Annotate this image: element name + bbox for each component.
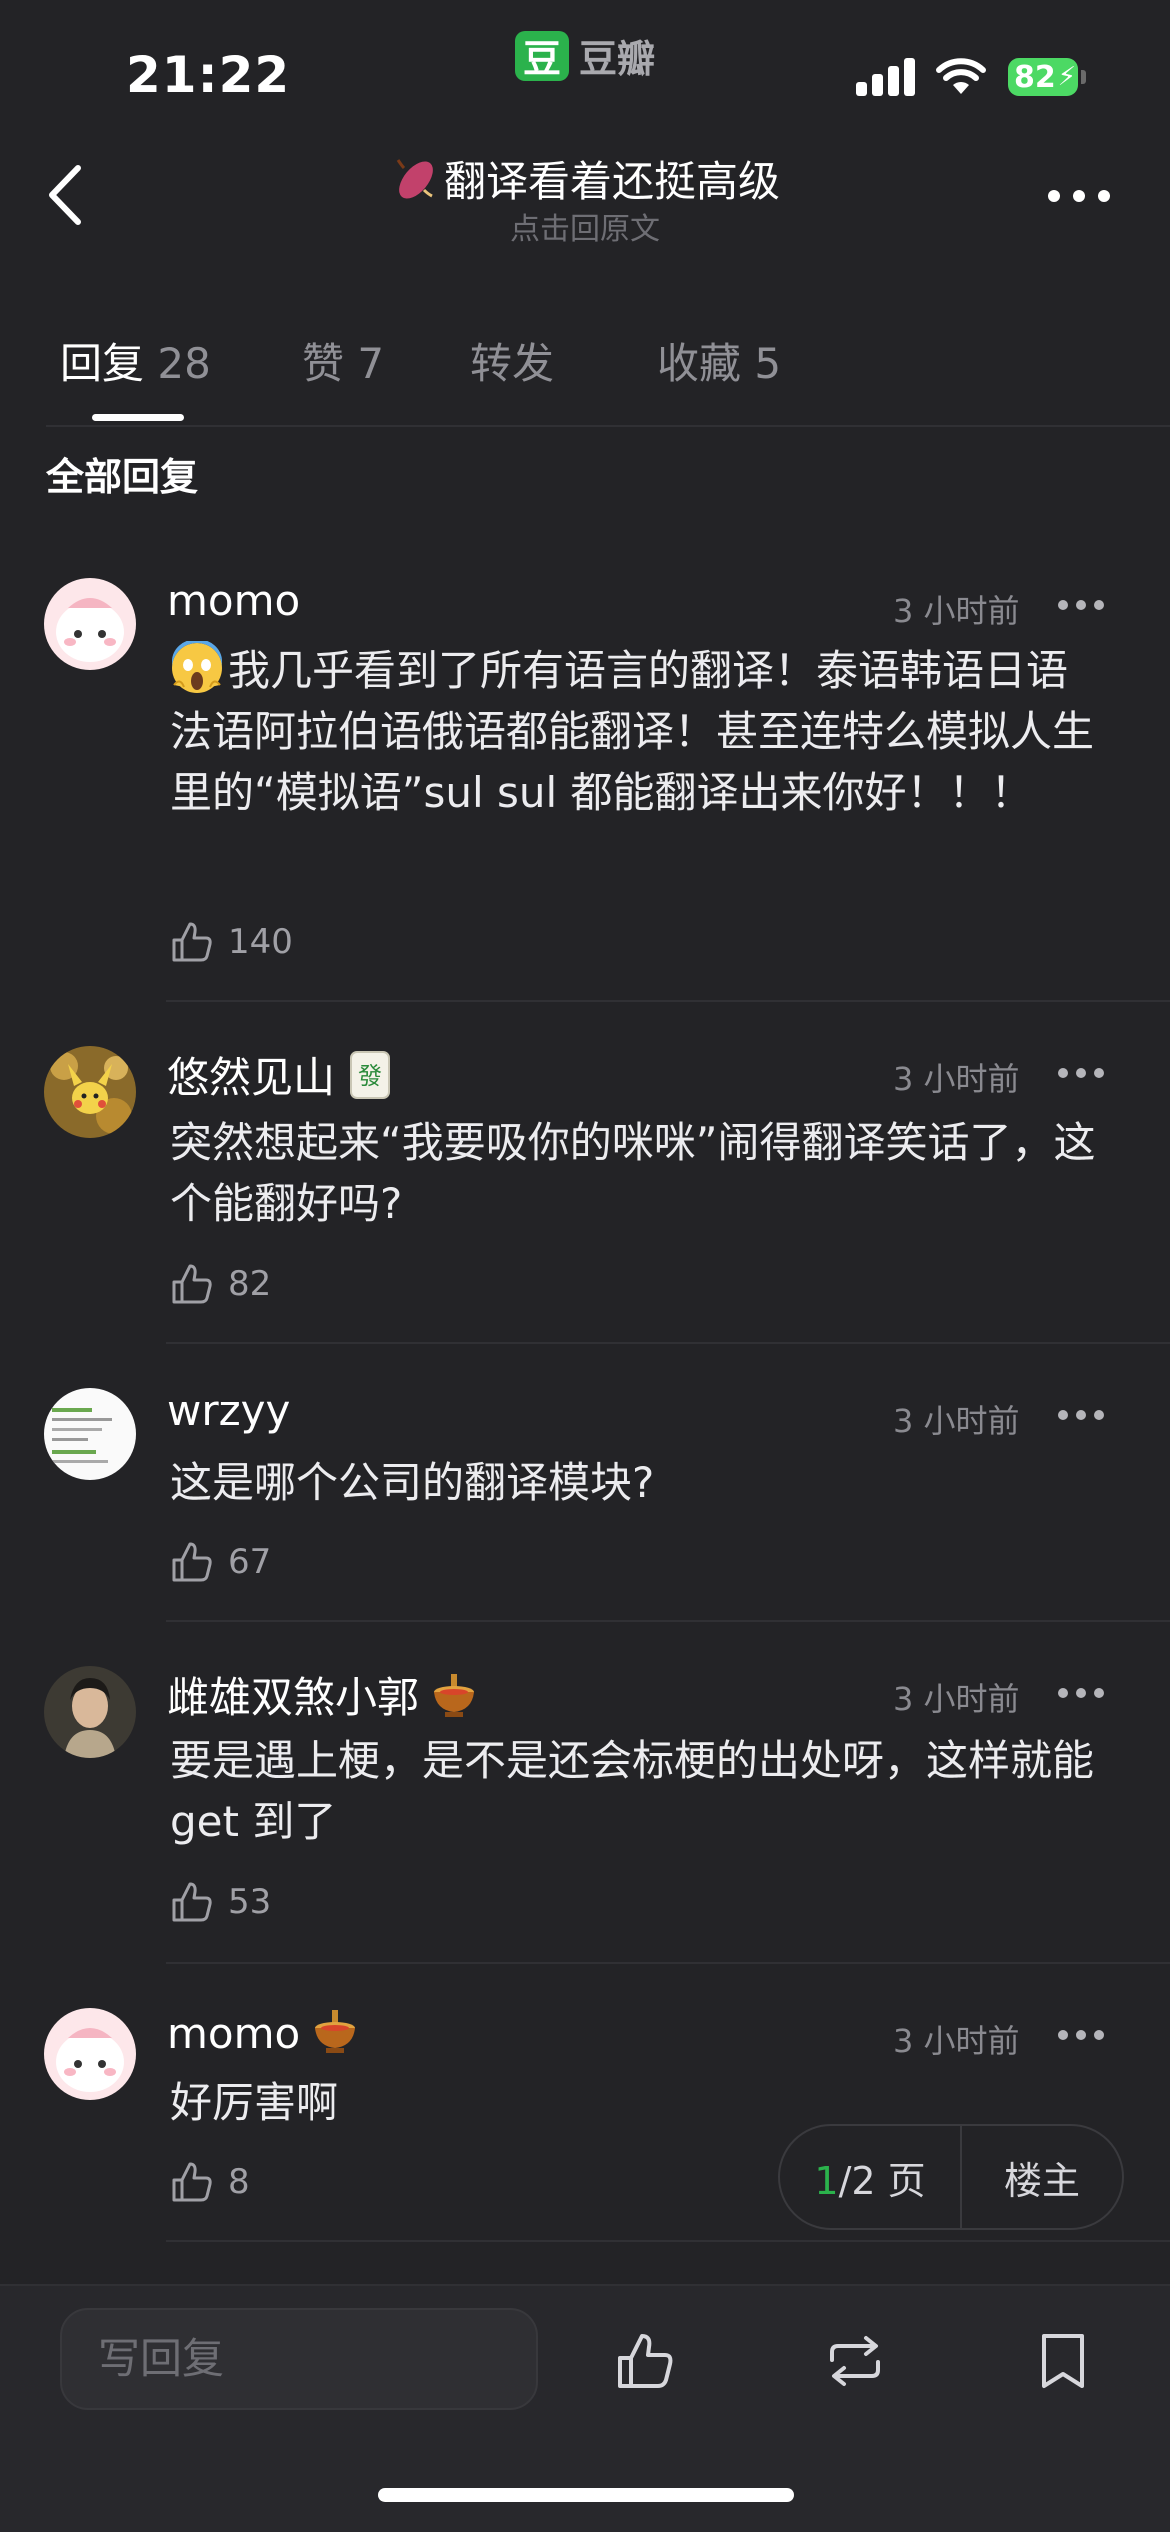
reply-input[interactable]: 写回复 bbox=[60, 2308, 538, 2410]
home-indicator[interactable] bbox=[378, 2488, 794, 2502]
comment-username[interactable]: wrzyy bbox=[167, 1386, 290, 1435]
tab-likes-count: 7 bbox=[357, 339, 385, 388]
comment-time: 3 小时前 bbox=[893, 1060, 1020, 1098]
bookmark-icon[interactable] bbox=[1032, 2330, 1094, 2392]
tab-reposts-label: 转发 bbox=[470, 339, 555, 388]
page-indicator-button[interactable]: 1/2 页 bbox=[780, 2150, 960, 2205]
total-pages: /2 页 bbox=[838, 2158, 926, 2203]
comment-more-icon[interactable] bbox=[1058, 2030, 1104, 2042]
battery-level: 82 bbox=[1014, 59, 1056, 95]
comment-username[interactable]: momo bbox=[167, 2006, 360, 2058]
comment-username-text: momo bbox=[167, 2009, 301, 2058]
screaming-face-icon bbox=[172, 641, 222, 693]
like-count: 8 bbox=[228, 2162, 250, 2202]
battery-tip bbox=[1081, 70, 1086, 84]
thumbs-up-icon bbox=[172, 2162, 212, 2202]
comment-username-text: 雌雄双煞小郭 bbox=[167, 1673, 420, 1722]
comment-more-icon[interactable] bbox=[1058, 600, 1104, 612]
like-button[interactable]: 82 bbox=[170, 1262, 271, 1306]
divider bbox=[166, 1620, 1170, 1622]
owner-only-button[interactable]: 楼主 bbox=[962, 2150, 1122, 2205]
comment-more-icon[interactable] bbox=[1058, 1410, 1104, 1422]
tab-collections-count: 5 bbox=[754, 339, 782, 388]
more-options-icon[interactable] bbox=[1046, 186, 1112, 206]
tab-likes-label: 赞 bbox=[302, 339, 345, 388]
comment-username[interactable]: momo bbox=[167, 576, 300, 625]
tab-replies-count: 28 bbox=[157, 339, 211, 388]
divider bbox=[166, 1962, 1170, 1964]
thumbs-up-icon bbox=[172, 1882, 212, 1922]
tab-likes[interactable]: 赞 7 bbox=[302, 330, 384, 391]
tab-collections-label: 收藏 bbox=[657, 339, 742, 388]
app-name: 豆瓣 bbox=[579, 37, 656, 81]
repost-icon[interactable] bbox=[824, 2330, 886, 2392]
hotpot-icon bbox=[434, 1674, 475, 1717]
section-title: 全部回复 bbox=[46, 455, 199, 499]
tab-replies[interactable]: 回复 28 bbox=[60, 330, 211, 391]
avatar[interactable] bbox=[44, 578, 136, 670]
sweet-potato-icon bbox=[396, 159, 433, 199]
like-button[interactable]: 67 bbox=[170, 1540, 271, 1584]
comment-time: 3 小时前 bbox=[893, 1402, 1020, 1440]
divider bbox=[46, 425, 1170, 427]
comment-time: 3 小时前 bbox=[893, 592, 1020, 630]
avatar[interactable] bbox=[44, 1388, 136, 1480]
avatar[interactable] bbox=[44, 1046, 136, 1138]
comment-username[interactable]: 雌雄双煞小郭 bbox=[167, 1664, 479, 1725]
like-icon[interactable] bbox=[614, 2330, 676, 2392]
cellular-signal-icon bbox=[856, 56, 916, 96]
comment-username-text: 悠然见山 bbox=[167, 1053, 336, 1102]
douban-app-badge: 豆 豆瓣 bbox=[515, 28, 655, 83]
pager: 1/2 页 楼主 bbox=[778, 2124, 1124, 2230]
comment-text: 我几乎看到了所有语言的翻译！泰语韩语日语法语阿拉伯语俄语都能翻译！甚至连特么模拟… bbox=[170, 640, 1100, 823]
like-button[interactable]: 53 bbox=[170, 1880, 271, 1924]
mahjong-tile-icon: 發 bbox=[350, 1051, 391, 1099]
comment-time: 3 小时前 bbox=[893, 1680, 1020, 1718]
tab-replies-label: 回复 bbox=[60, 339, 145, 388]
divider bbox=[166, 1000, 1170, 1002]
thumbs-up-icon bbox=[172, 1264, 212, 1304]
avatar[interactable] bbox=[44, 1666, 136, 1758]
page-title[interactable]: 翻译看着还挺高级 bbox=[0, 148, 1170, 209]
thumbs-up-icon bbox=[172, 922, 212, 962]
douban-logo-icon: 豆 bbox=[515, 30, 569, 81]
wifi-icon bbox=[936, 58, 986, 94]
like-button[interactable]: 8 bbox=[170, 2160, 250, 2204]
like-button[interactable]: 140 bbox=[170, 920, 293, 964]
like-count: 82 bbox=[228, 1264, 272, 1304]
current-page: 1 bbox=[814, 2158, 839, 2203]
tab-reposts[interactable]: 转发 bbox=[470, 330, 554, 391]
comment-time: 3 小时前 bbox=[893, 2022, 1020, 2060]
status-time: 21:22 bbox=[126, 46, 291, 104]
divider bbox=[166, 1342, 1170, 1344]
page-title-text: 翻译看着还挺高级 bbox=[443, 157, 780, 206]
comment-more-icon[interactable] bbox=[1058, 1688, 1104, 1700]
status-bar: 21:22 豆 豆瓣 82 ⚡ bbox=[0, 0, 1170, 140]
comment-more-icon[interactable] bbox=[1058, 1068, 1104, 1080]
comment-username[interactable]: 悠然见山 發 bbox=[167, 1044, 395, 1105]
like-count: 53 bbox=[228, 1882, 272, 1922]
active-tab-indicator bbox=[92, 414, 184, 421]
view-original-link[interactable]: 点击回原文 bbox=[0, 204, 1170, 248]
svg-text:發: 發 bbox=[358, 1062, 382, 1090]
comment-text: 突然想起来“我要吸你的咪咪”闹得翻译笑话了，这个能翻好吗? bbox=[170, 1118, 1096, 1228]
tab-bar: 回复 28 赞 7 转发 收藏 5 bbox=[0, 330, 1170, 426]
like-count: 67 bbox=[228, 1542, 272, 1582]
like-count: 140 bbox=[228, 922, 293, 962]
hotpot-icon bbox=[315, 2010, 356, 2053]
comment-text-content: 我几乎看到了所有语言的翻译！泰语韩语日语法语阿拉伯语俄语都能翻译！甚至连特么模拟… bbox=[170, 646, 1095, 817]
comment-text: 要是遇上梗，是不是还会标梗的出处呀，这样就能 get 到了 bbox=[170, 1736, 1095, 1846]
thumbs-up-icon bbox=[172, 1542, 212, 1582]
battery-icon: 82 ⚡ bbox=[1008, 58, 1078, 96]
divider bbox=[166, 2240, 1170, 2242]
tab-collections[interactable]: 收藏 5 bbox=[657, 330, 781, 391]
comment-text: 这是哪个公司的翻译模块? bbox=[170, 1458, 655, 1507]
avatar[interactable] bbox=[44, 2008, 136, 2100]
